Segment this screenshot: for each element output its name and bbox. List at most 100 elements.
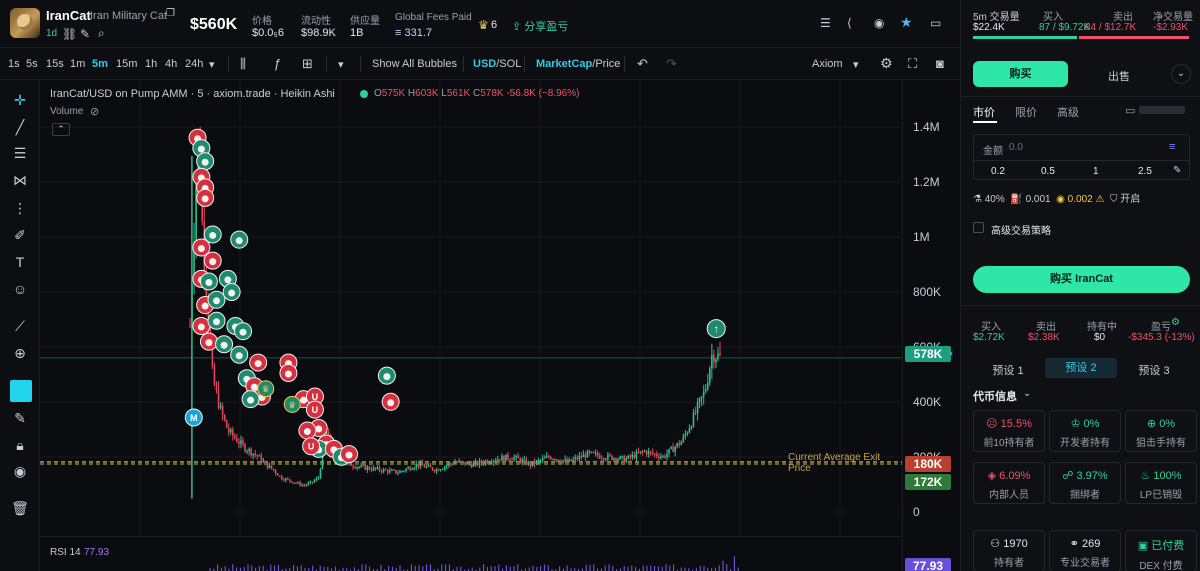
- sell-tab[interactable]: 出售: [1108, 68, 1130, 84]
- candle-body: [234, 435, 236, 439]
- price-option[interactable]: Price: [595, 58, 620, 70]
- trade-settings[interactable]: ⚗ 40% ⛽ 0.001 ◉ 0.002 ⚠ ⛉ 开启: [973, 190, 1140, 205]
- share-icon[interactable]: ⟨: [847, 16, 852, 30]
- quick-amount[interactable]: 2.5: [1138, 166, 1152, 177]
- gear-icon[interactable]: ⚙: [880, 55, 893, 72]
- trash-icon[interactable]: 🗑︎: [10, 498, 30, 518]
- mev-value: 开启: [1120, 194, 1141, 205]
- timeframe-24h[interactable]: 24h: [185, 58, 203, 70]
- search-icon[interactable]: ⌕: [98, 26, 105, 41]
- text-icon[interactable]: T: [10, 252, 30, 272]
- timeframe-4h[interactable]: 4h: [165, 58, 177, 70]
- chevron-down-icon[interactable]: ▾: [338, 58, 344, 71]
- token-avatar[interactable]: [10, 8, 40, 38]
- chevron-down-icon[interactable]: ⌄: [1023, 388, 1031, 399]
- candle-type-icon[interactable]: ⫼: [240, 56, 246, 72]
- fib-icon[interactable]: ⋮: [10, 198, 30, 218]
- copy-icon[interactable]: ❐: [166, 8, 175, 19]
- price-axis[interactable]: 1.4M 1.2M 1M 800K 600K 400K 200K 0 578K …: [902, 80, 953, 571]
- redo-icon[interactable]: ↷: [666, 56, 677, 72]
- sol-option[interactable]: SOL: [499, 58, 521, 70]
- lock-icon[interactable]: 🔒︎: [10, 435, 30, 455]
- share-pnl-button[interactable]: ⇪ 分享盈亏: [512, 18, 568, 34]
- chevron-down-icon[interactable]: ▾: [853, 58, 859, 71]
- settings-icon[interactable]: ⚙: [1171, 317, 1180, 328]
- y-tick: 0: [913, 505, 920, 519]
- fullscreen-icon[interactable]: ⛶: [908, 56, 917, 72]
- star-icon[interactable]: ★: [900, 14, 913, 31]
- bubble-avatar: [197, 245, 205, 253]
- stat-label: Global Fees Paid: [395, 12, 472, 23]
- magnet-icon[interactable]: ✎: [10, 408, 30, 428]
- tab-market[interactable]: 市价: [973, 104, 995, 120]
- filter-icon[interactable]: ☰: [820, 16, 831, 30]
- ruler-icon[interactable]: ⟋: [10, 316, 30, 336]
- buy-tab[interactable]: 购买: [973, 61, 1068, 87]
- brush-icon[interactable]: ✐: [10, 225, 30, 245]
- quick-amount[interactable]: 0.5: [1041, 166, 1055, 177]
- candle-body: [437, 469, 440, 471]
- emoji-icon[interactable]: ☺: [10, 279, 30, 299]
- candle-body: [499, 459, 501, 461]
- candle-body: [470, 463, 473, 467]
- candle-body: [684, 433, 687, 437]
- feather-icon[interactable]: ✎: [80, 27, 90, 41]
- timeframe-1s[interactable]: 1s: [8, 58, 20, 70]
- timeframe-15m[interactable]: 15m: [116, 58, 137, 70]
- candle-body: [582, 454, 585, 458]
- link-icon[interactable]: ⛓: [62, 27, 77, 41]
- candle-body: [566, 459, 568, 462]
- usd-option[interactable]: USD: [473, 58, 496, 70]
- preset-2[interactable]: 预设 2: [1045, 358, 1117, 378]
- stat-value: $0.0₅6: [252, 27, 284, 39]
- tab-advanced[interactable]: 高级: [1057, 104, 1079, 120]
- zoom-in-icon[interactable]: ⊕: [10, 343, 30, 363]
- color-swatch[interactable]: [10, 380, 32, 402]
- eye-off-icon[interactable]: ⊘: [90, 105, 99, 118]
- chart-toolbar: 1s 5s 15s 1m 5m 15m 1h 4h 24h ▾ ⫼ ƒ ⊞ ▾ …: [0, 48, 960, 80]
- chart-canvas[interactable]: MUUU♛♛↑: [40, 80, 902, 536]
- timeframe-5m[interactable]: 5m: [92, 58, 108, 70]
- candle-body: [370, 469, 373, 471]
- horizontal-lines-icon[interactable]: ☰: [10, 143, 30, 163]
- price-chart[interactable]: M U U U ♛ ♛ ↑ IranCat/USD on Pump AMM · 5 · ax…: [40, 80, 902, 536]
- timeframe-15s[interactable]: 15s: [46, 58, 64, 70]
- wallet-icon[interactable]: ▭: [1125, 104, 1135, 117]
- eye-icon[interactable]: ◉: [10, 461, 30, 481]
- camera-icon[interactable]: ◙: [936, 56, 944, 71]
- advanced-strategy-checkbox[interactable]: [973, 222, 984, 233]
- rsi-pane[interactable]: RSI 14 77.93: [40, 536, 902, 571]
- value-toggle[interactable]: MarketCap/Price: [536, 58, 620, 70]
- collapse-button[interactable]: ⌃: [52, 123, 70, 136]
- timeframe-1m[interactable]: 1m: [70, 58, 85, 70]
- show-bubbles-button[interactable]: Show All Bubbles: [372, 58, 457, 70]
- timeframe-1h[interactable]: 1h: [145, 58, 157, 70]
- crosshair-icon[interactable]: ✛: [10, 90, 30, 110]
- chevron-down-icon[interactable]: ⌄: [1171, 64, 1191, 84]
- window-icon[interactable]: ▭: [930, 16, 941, 30]
- priority-icon: ⛽: [1010, 194, 1026, 205]
- indicators-icon[interactable]: ƒ: [274, 56, 281, 71]
- source-select[interactable]: Axiom: [812, 58, 843, 70]
- pattern-icon[interactable]: ⋈: [10, 170, 30, 190]
- tab-limit[interactable]: 限价: [1015, 104, 1037, 120]
- undo-icon[interactable]: ↶: [637, 56, 648, 72]
- candle-body: [454, 462, 456, 465]
- buy-token-button[interactable]: 购买 IranCat: [973, 266, 1190, 293]
- eye-icon[interactable]: ◉: [874, 16, 884, 30]
- preset-1[interactable]: 预设 1: [977, 362, 1039, 378]
- trendline-icon[interactable]: ╱: [10, 117, 30, 137]
- chevron-left-icon[interactable]: ‹: [950, 348, 953, 358]
- quick-amount[interactable]: 1: [1093, 166, 1099, 177]
- candle-body: [635, 451, 638, 459]
- amount-input[interactable]: 0.0: [1009, 142, 1023, 153]
- currency-toggle[interactable]: USD/SOL: [473, 58, 521, 70]
- chevron-down-icon[interactable]: ▾: [209, 58, 215, 71]
- marketcap-option[interactable]: MarketCap: [536, 58, 592, 70]
- edit-icon[interactable]: ✎: [1173, 165, 1181, 176]
- timeframe-5s[interactable]: 5s: [26, 58, 38, 70]
- quick-amount[interactable]: 0.2: [991, 166, 1005, 177]
- ohlc-change: -56.8K (−8.96%): [506, 88, 580, 99]
- preset-3[interactable]: 预设 3: [1123, 362, 1185, 378]
- layout-grid-icon[interactable]: ⊞: [302, 56, 313, 72]
